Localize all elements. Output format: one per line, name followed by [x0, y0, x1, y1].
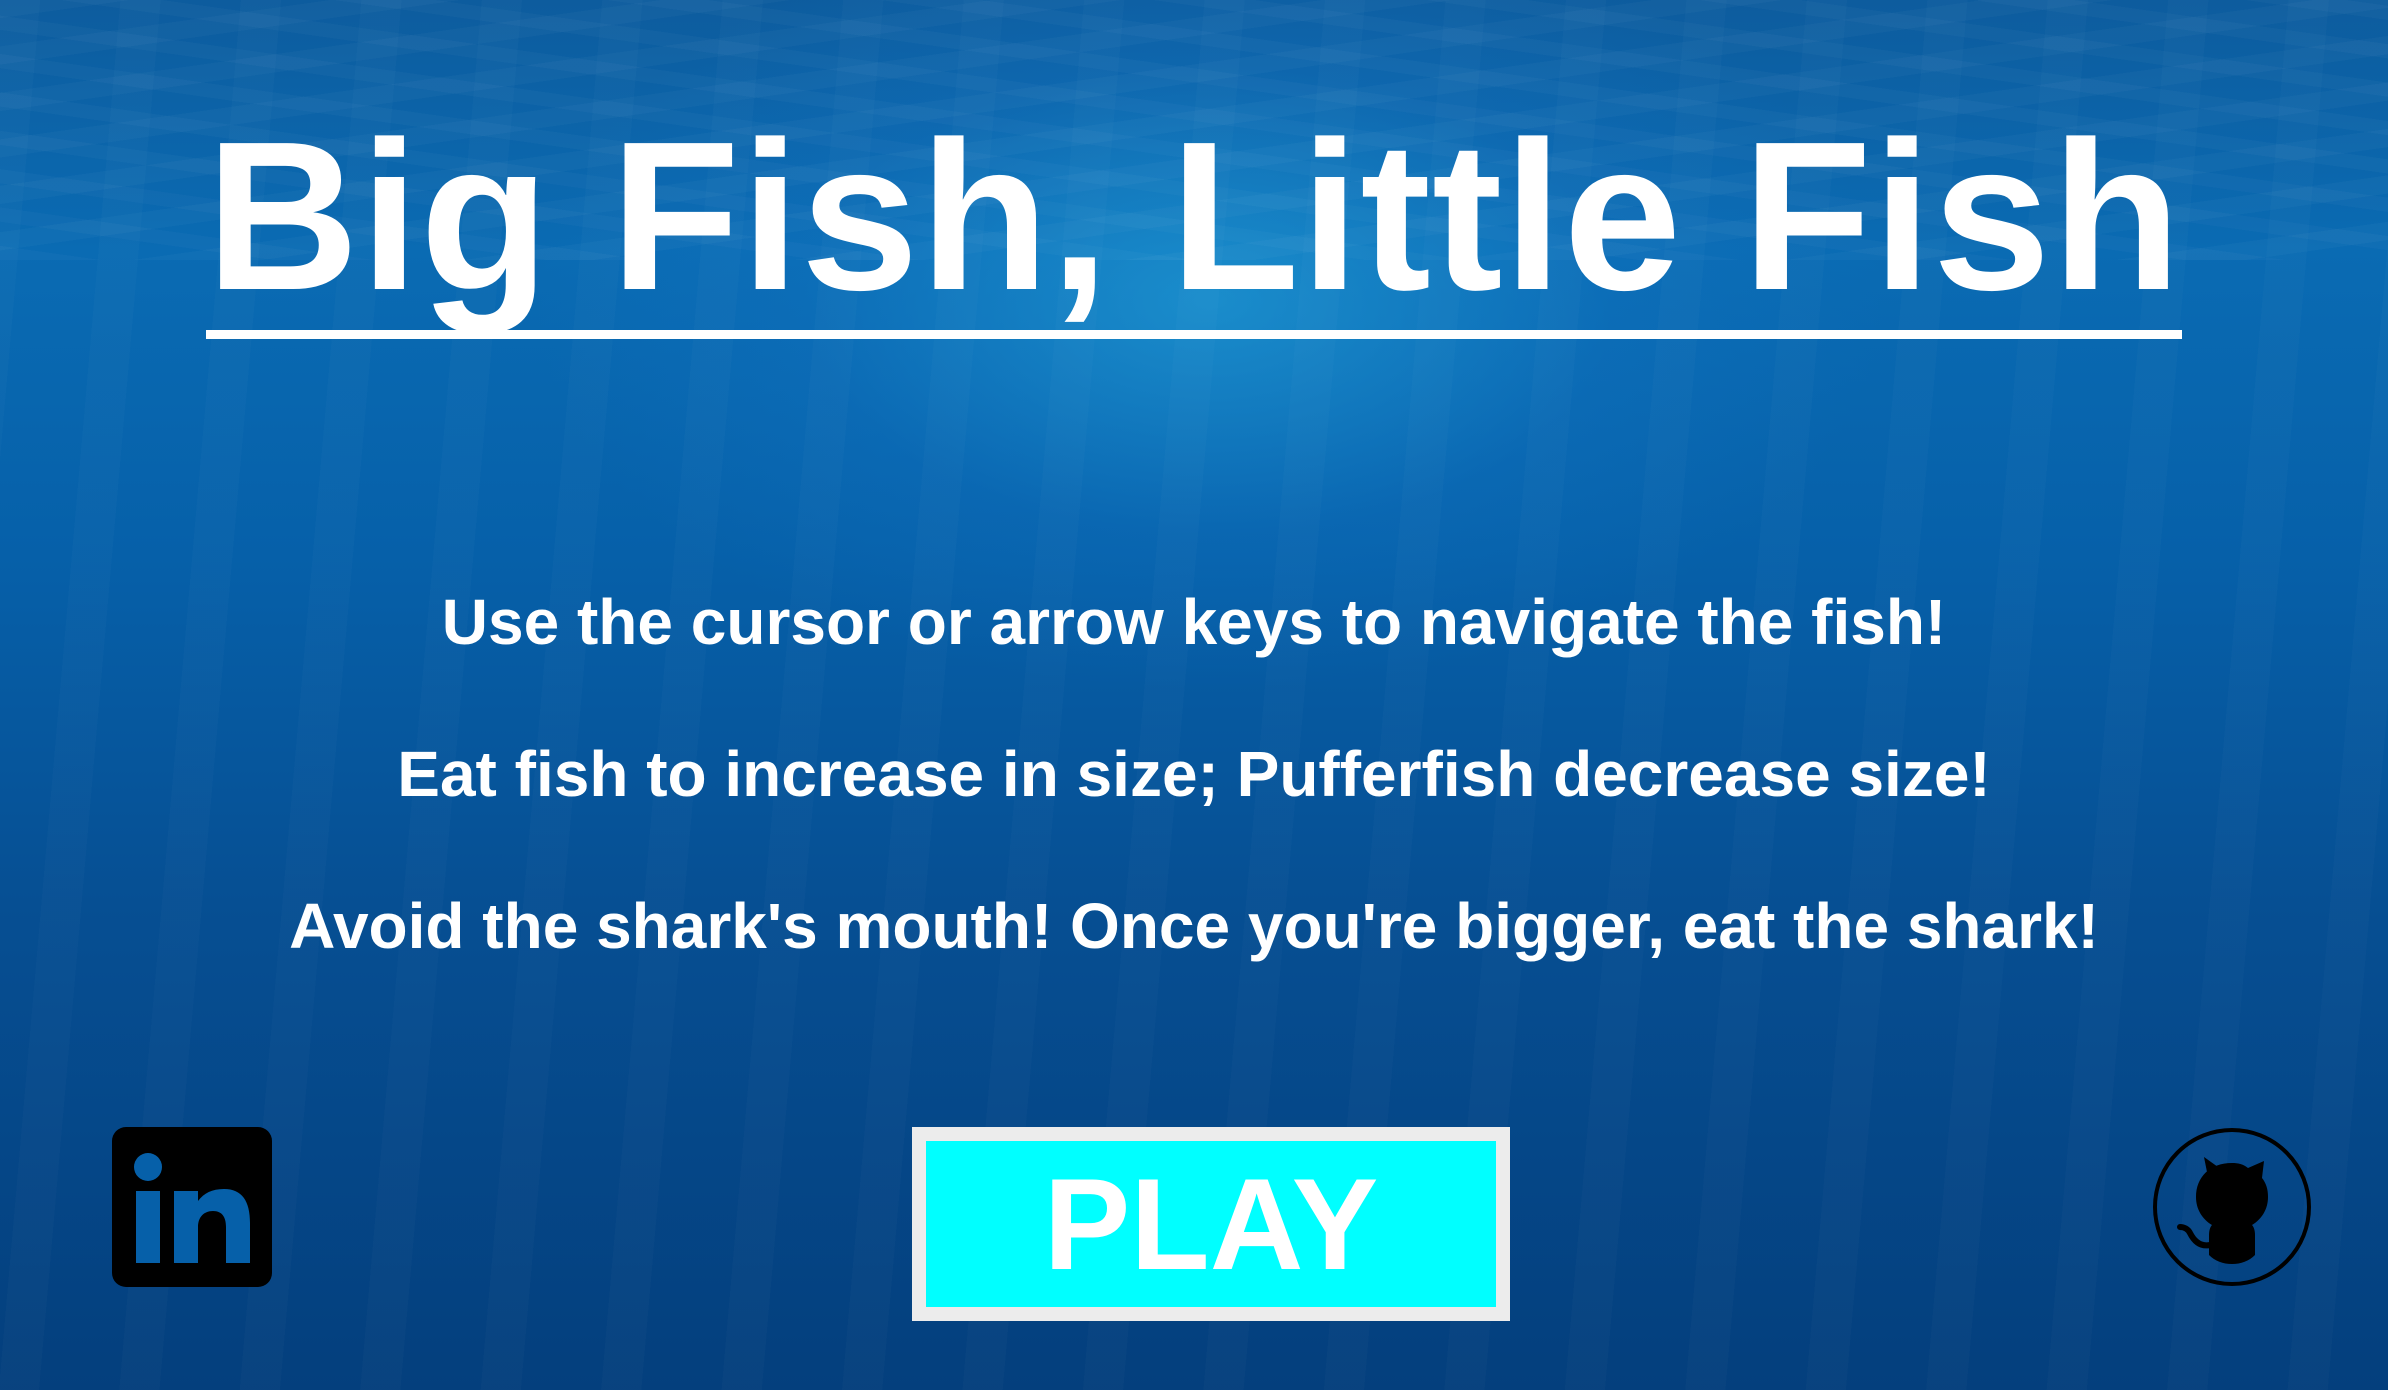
github-icon[interactable] — [2152, 1127, 2312, 1287]
game-title: Big Fish, Little Fish — [205, 110, 2183, 339]
instructions: Use the cursor or arrow keys to navigate… — [0, 590, 2388, 1046]
instruction-eat: Eat fish to increase in size; Pufferfish… — [397, 738, 1991, 810]
linkedin-icon[interactable] — [112, 1127, 272, 1287]
title-container: Big Fish, Little Fish — [0, 110, 2388, 339]
instruction-shark: Avoid the shark's mouth! Once you're big… — [289, 890, 2099, 962]
play-button[interactable]: PLAY — [912, 1127, 1510, 1321]
instruction-navigate: Use the cursor or arrow keys to navigate… — [441, 586, 1947, 658]
